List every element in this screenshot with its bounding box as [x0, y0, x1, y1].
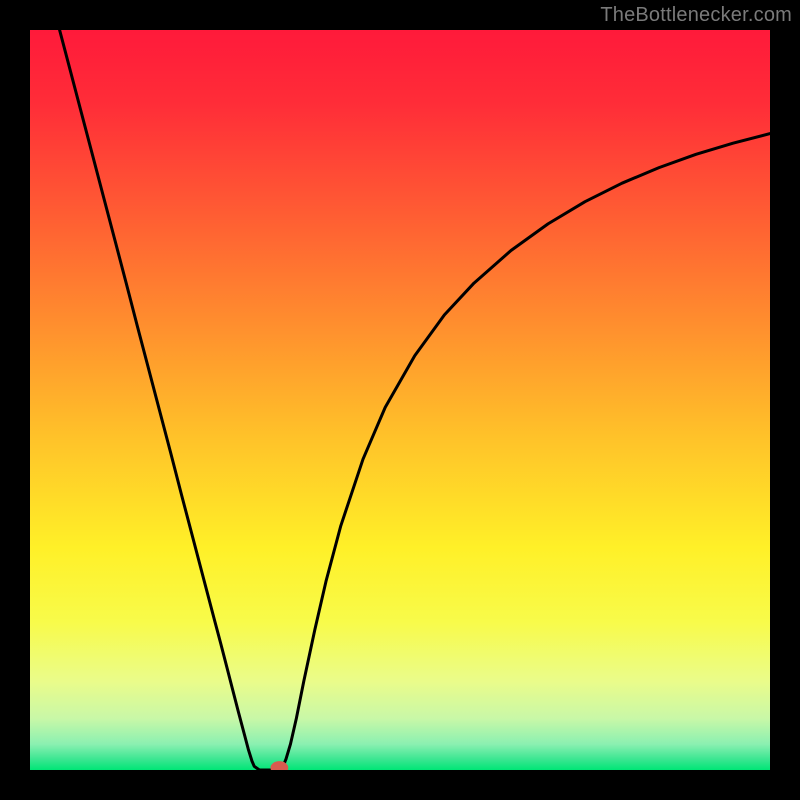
attribution-text: TheBottlenecker.com [600, 4, 792, 27]
gradient-background [30, 30, 770, 770]
chart-svg [30, 30, 770, 770]
plot-area [30, 30, 770, 770]
chart-frame: TheBottlenecker.com [0, 0, 800, 800]
